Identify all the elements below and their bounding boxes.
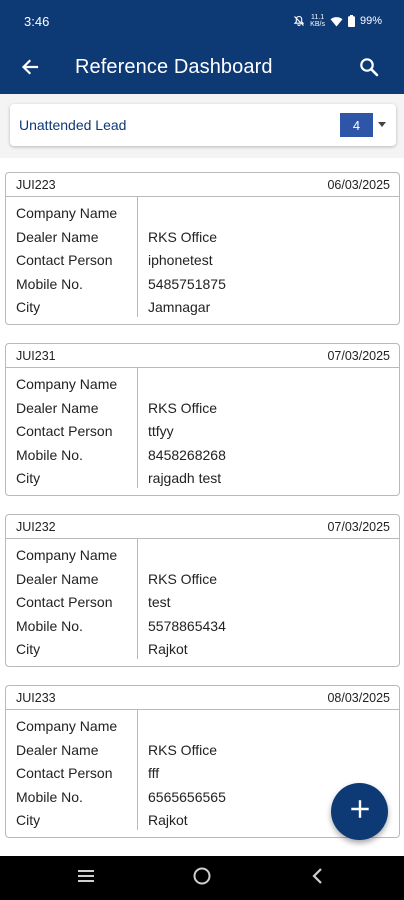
home-circle-icon [192, 866, 212, 891]
caret-down-icon [378, 122, 386, 127]
row-mobile: Mobile No. 5578865434 [6, 614, 399, 638]
status-time: 3:46 [24, 14, 50, 29]
value-city: Rajkot [148, 812, 188, 828]
value-city: rajgadh test [148, 470, 222, 486]
lead-date: 07/03/2025 [327, 520, 390, 534]
row-company: Company Name [6, 372, 399, 396]
label-contact-person: Contact Person [16, 252, 113, 268]
label-contact-person: Contact Person [16, 594, 113, 610]
row-dealer: Dealer Name RKS Office [6, 567, 399, 591]
label-company-name: Company Name [16, 376, 118, 392]
value-contact-person: iphonetest [148, 252, 213, 268]
lead-status-selected: Unattended Lead [19, 117, 127, 133]
label-mobile-no: Mobile No. [16, 789, 83, 805]
row-city: City rajgadh test [6, 466, 399, 490]
value-contact-person: ttfyy [148, 423, 174, 439]
label-company-name: Company Name [16, 205, 118, 221]
value-mobile-no: 8458268268 [148, 447, 226, 463]
battery-percent: 99% [359, 15, 382, 27]
recents-icon [76, 869, 96, 888]
wifi-icon [330, 16, 343, 27]
recents-button[interactable] [74, 866, 98, 890]
label-dealer-name: Dealer Name [16, 742, 99, 758]
lead-date: 07/03/2025 [327, 349, 390, 363]
value-contact-person: test [148, 594, 171, 610]
lead-status-dropdown[interactable]: Unattended Lead 4 [10, 104, 396, 146]
label-mobile-no: Mobile No. [16, 447, 83, 463]
value-dealer-name: RKS Office [148, 571, 217, 587]
label-mobile-no: Mobile No. [16, 618, 83, 634]
arrow-left-icon [20, 57, 40, 82]
lead-card-header: JUI232 07/03/2025 [6, 515, 399, 539]
lead-card[interactable]: JUI231 07/03/2025 Company Name Dealer Na… [5, 343, 400, 496]
row-dealer: Dealer Name RKS Office [6, 396, 399, 420]
lead-id: JUI232 [16, 520, 56, 534]
add-lead-button[interactable] [331, 783, 388, 840]
search-button[interactable] [354, 54, 384, 84]
data-speed: 11.1 KB/s [310, 14, 325, 28]
row-dealer: Dealer Name RKS Office [6, 738, 399, 762]
label-mobile-no: Mobile No. [16, 276, 83, 292]
system-nav-bar [0, 856, 404, 900]
row-city: City Rajkot [6, 637, 399, 661]
value-dealer-name: RKS Office [148, 742, 217, 758]
lead-card-header: JUI231 07/03/2025 [6, 344, 399, 368]
row-contact: Contact Person fff [6, 761, 399, 785]
value-dealer-name: RKS Office [148, 229, 217, 245]
value-mobile-no: 5578865434 [148, 618, 226, 634]
value-city: Jamnagar [148, 299, 211, 315]
battery-icon [347, 15, 355, 27]
filter-section: Unattended Lead 4 [0, 94, 404, 158]
label-dealer-name: Dealer Name [16, 571, 99, 587]
status-bar: 3:46 11.1 KB/s 99% [0, 0, 404, 44]
label-city: City [16, 299, 41, 315]
page-title: Reference Dashboard [75, 56, 273, 78]
label-company-name: Company Name [16, 547, 118, 563]
nav-back-button[interactable] [306, 866, 330, 890]
lead-list[interactable]: JUI223 06/03/2025 Company Name Dealer Na… [0, 158, 404, 856]
value-mobile-no: 6565656565 [148, 789, 226, 805]
label-contact-person: Contact Person [16, 765, 113, 781]
label-contact-person: Contact Person [16, 423, 113, 439]
row-mobile: Mobile No. 5485751875 [6, 272, 399, 296]
value-mobile-no: 5485751875 [148, 276, 226, 292]
row-company: Company Name [6, 201, 399, 225]
home-button[interactable] [190, 866, 214, 890]
lead-card[interactable]: JUI223 06/03/2025 Company Name Dealer Na… [5, 172, 400, 325]
app-bar: Reference Dashboard [0, 44, 404, 94]
value-dealer-name: RKS Office [148, 400, 217, 416]
row-contact: Contact Person iphonetest [6, 248, 399, 272]
row-dealer: Dealer Name RKS Office [6, 225, 399, 249]
row-city: City Jamnagar [6, 295, 399, 319]
label-city: City [16, 470, 41, 486]
lead-date: 08/03/2025 [327, 691, 390, 705]
row-contact: Contact Person ttfyy [6, 419, 399, 443]
row-company: Company Name [6, 714, 399, 738]
status-icons: 11.1 KB/s 99% [293, 14, 382, 28]
back-button[interactable] [16, 55, 44, 83]
lead-card-header: JUI233 08/03/2025 [6, 686, 399, 710]
plus-icon [350, 800, 369, 823]
value-contact-person: fff [148, 765, 160, 781]
lead-card-header: JUI223 06/03/2025 [6, 173, 399, 197]
label-company-name: Company Name [16, 718, 118, 734]
label-city: City [16, 812, 41, 828]
label-city: City [16, 641, 41, 657]
lead-id: JUI233 [16, 691, 56, 705]
label-dealer-name: Dealer Name [16, 229, 99, 245]
label-dealer-name: Dealer Name [16, 400, 99, 416]
value-city: Rajkot [148, 641, 188, 657]
lead-count-badge: 4 [340, 113, 373, 137]
mute-icon [293, 15, 305, 27]
lead-id: JUI231 [16, 349, 56, 363]
lead-card[interactable]: JUI232 07/03/2025 Company Name Dealer Na… [5, 514, 400, 667]
row-company: Company Name [6, 543, 399, 567]
nav-back-icon [311, 867, 325, 890]
lead-id: JUI223 [16, 178, 56, 192]
row-contact: Contact Person test [6, 590, 399, 614]
lead-date: 06/03/2025 [327, 178, 390, 192]
row-mobile: Mobile No. 8458268268 [6, 443, 399, 467]
search-icon [359, 57, 379, 82]
